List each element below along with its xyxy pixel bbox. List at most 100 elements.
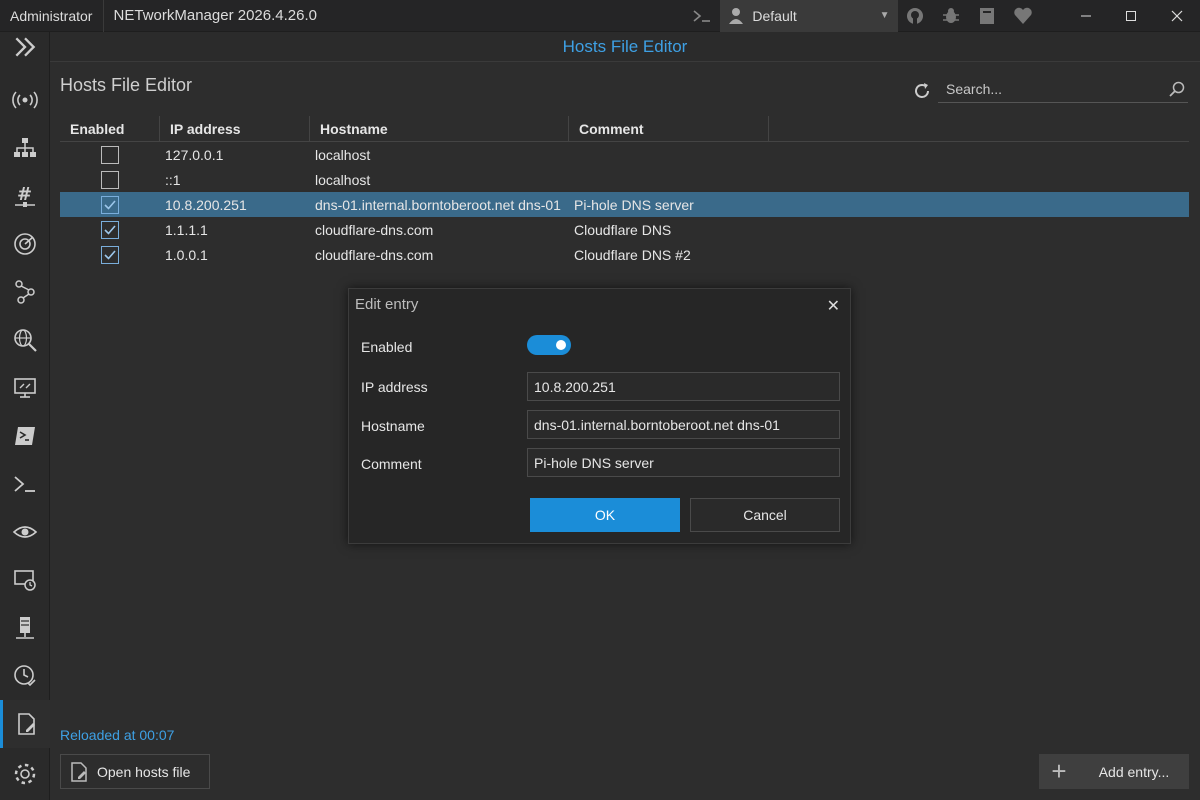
heart-icon[interactable] [1005,0,1041,32]
ip-address-label: IP address [361,379,428,395]
comment-label: Comment [361,456,422,472]
search-box[interactable] [938,75,1188,103]
ok-button[interactable]: OK [530,498,680,532]
minimize-button[interactable] [1063,0,1109,32]
dialog-close-icon[interactable]: ✕ [827,296,840,316]
enabled-checkbox[interactable] [101,170,119,189]
command-palette-icon[interactable] [685,0,721,32]
nav-settings[interactable] [0,750,50,798]
expand-nav-button[interactable] [0,32,50,62]
server-icon [16,617,34,639]
history-icon [14,665,36,687]
powershell-icon [15,427,35,445]
nav-ip-scanner[interactable]: # [0,172,50,220]
nav-dns-lookup[interactable] [0,316,50,364]
nav-network-interface[interactable] [0,124,50,172]
enabled-checkbox[interactable] [101,220,119,239]
nav-powershell[interactable] [0,412,50,460]
hostname-cell: localhost [315,146,371,163]
enabled-toggle[interactable] [527,335,571,355]
nav-server[interactable] [0,604,50,652]
ping-monitor-icon [12,526,38,538]
documentation-icon[interactable] [969,0,1005,32]
ip-cell: 10.8.200.251 [165,196,247,213]
hostname-field[interactable] [527,410,840,439]
hostname-cell: localhost [315,171,371,188]
expand-icon [15,37,36,57]
checkmark-icon [104,249,116,260]
close-button[interactable] [1154,0,1200,32]
open-hosts-file-button[interactable]: Open hosts file [60,754,210,789]
wifi-icon [12,91,38,109]
column-header-hostname[interactable]: Hostname [310,116,569,141]
page-title: Hosts File Editor [60,75,193,95]
cancel-button[interactable]: Cancel [690,498,840,532]
nav-ping-monitor[interactable] [0,508,50,556]
table-row[interactable]: 1.1.1.1 cloudflare-dns.com Cloudflare DN… [60,217,1189,242]
app-header-title: Hosts File Editor [50,32,1200,62]
column-header-comment[interactable]: Comment [569,116,769,141]
nav-history[interactable] [0,652,50,700]
ip-cell: 1.1.1.1 [165,221,208,238]
user-role-label: Administrator [0,0,104,32]
column-header-ip-address[interactable]: IP address [160,116,310,141]
svg-text:#: # [17,184,32,205]
add-entry-button[interactable]: + Add entry... [1039,754,1189,789]
open-hosts-file-label: Open hosts file [97,763,191,780]
comment-cell: Cloudflare DNS #2 [574,246,691,263]
nav-remote-desktop[interactable] [0,364,50,412]
enabled-checkbox[interactable] [101,195,119,214]
edit-entry-dialog: Edit entry ✕ Enabled IP address Hostname… [348,288,851,544]
toggle-knob [556,340,566,350]
hosts-file-editor-icon [17,713,35,735]
column-header-enabled[interactable]: Enabled [60,116,160,141]
dns-lookup-icon [14,329,37,352]
refresh-button[interactable] [912,81,932,101]
maximize-button[interactable] [1108,0,1154,32]
traceroute-icon [15,280,35,304]
table-header: Enabled IP address Hostname Comment [60,116,1189,142]
nav-traceroute[interactable] [0,268,50,316]
table-row[interactable]: ::1 localhost [60,167,1189,192]
add-entry-label: Add entry... [1098,763,1170,780]
table-body: 127.0.0.1 localhost ::1 localhost 10.8.2… [60,142,1189,267]
nav-wifi[interactable] [0,76,50,124]
enabled-checkbox[interactable] [101,245,119,264]
user-icon [729,7,744,24]
hostname-cell: cloudflare-dns.com [315,221,434,238]
search-input[interactable] [938,80,1166,97]
app-title: NETworkManager 2026.4.26.0 [113,7,317,24]
nav-terminal[interactable] [0,460,50,508]
checkmark-icon [104,224,116,235]
remote-desktop-icon [14,378,36,398]
checkmark-icon [104,199,116,210]
refresh-icon [915,83,929,98]
title-bar: Administrator NETworkManager 2026.4.26.0… [0,0,1200,32]
profile-select[interactable]: Default ▼ [720,0,898,32]
table-row[interactable]: 127.0.0.1 localhost [60,142,1189,167]
hostname-cell: dns-01.internal.borntoberoot.net dns-01 [315,196,561,213]
plus-icon: + [1051,756,1067,786]
settings-icon [14,763,36,785]
comment-field[interactable] [527,448,840,477]
left-nav: # [0,32,50,800]
ip-address-field[interactable] [527,372,840,401]
table-row[interactable]: 10.8.200.251 dns-01.internal.borntoberoo… [60,192,1189,217]
nav-port-scanner[interactable] [0,220,50,268]
network-icon [14,138,36,157]
bug-report-icon[interactable] [933,0,969,32]
comment-cell: Cloudflare DNS [574,221,672,238]
comment-cell: Pi-hole DNS server [574,196,694,213]
enabled-label: Enabled [361,339,413,355]
search-icon[interactable] [1166,81,1188,97]
hosts-table: Enabled IP address Hostname Comment 127.… [60,116,1189,267]
enabled-checkbox[interactable] [101,145,119,164]
github-icon[interactable] [898,0,934,32]
wake-on-lan-icon [14,570,36,591]
hostname-label: Hostname [361,418,425,434]
table-row[interactable]: 1.0.0.1 cloudflare-dns.com Cloudflare DN… [60,242,1189,267]
nav-wake-on-lan[interactable] [0,556,50,604]
nav-hosts-file-editor[interactable] [0,700,50,748]
hostname-cell: cloudflare-dns.com [315,246,434,263]
chevron-down-icon: ▼ [879,10,890,21]
